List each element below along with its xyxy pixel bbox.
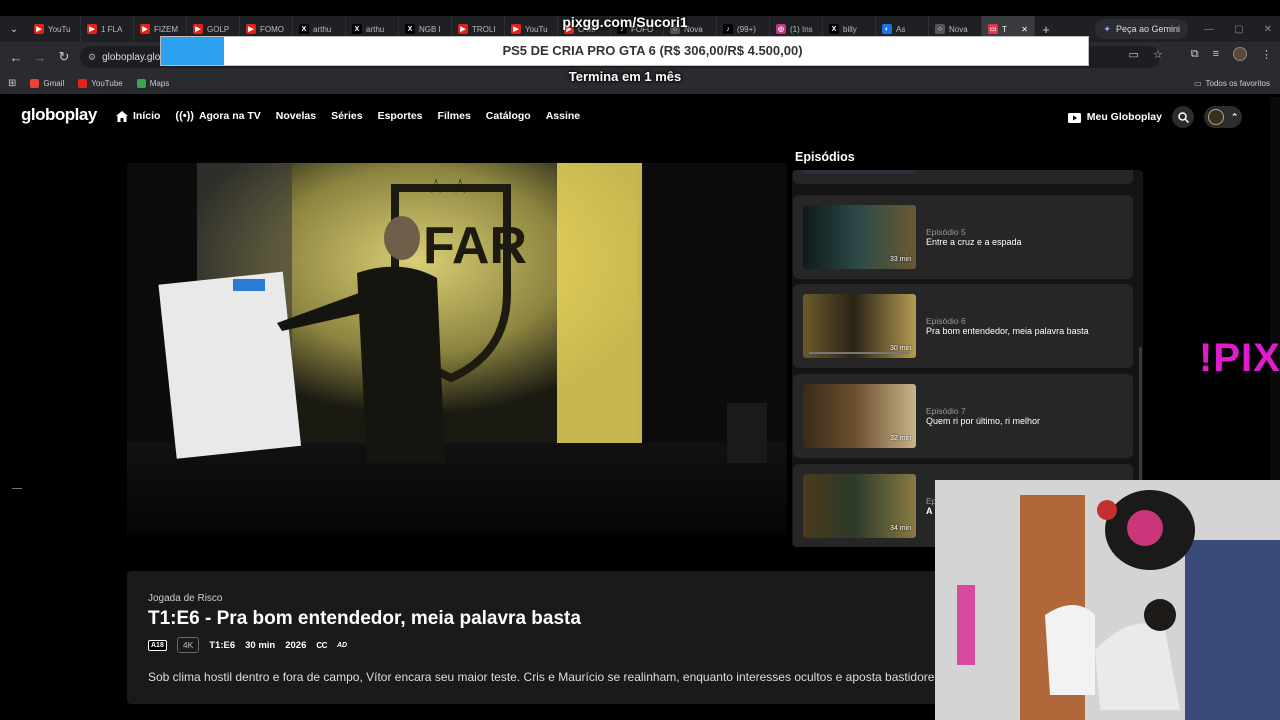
episode-synopsis: Sob clima hostil dentro e fora de campo,… [148, 670, 944, 684]
extensions-icon[interactable]: ⧉ [1191, 48, 1199, 61]
episode-thumbnail [803, 170, 916, 174]
episode-thumbnail: 33 min [803, 205, 916, 269]
nav-agora-na-tv[interactable]: ((•)) Agora na TV [175, 110, 260, 122]
episode-card-partial[interactable] [793, 170, 1133, 184]
episode-duration: 32 min [889, 435, 911, 442]
closed-captions-icon: CC [316, 640, 327, 650]
episode-number: Episódio 5 [926, 227, 966, 237]
svg-text:FAR: FAR [423, 217, 527, 275]
reload-icon[interactable]: ↻ [52, 49, 76, 65]
hero-scene: FAR ☆ ☆ [127, 163, 787, 535]
episode-code: T1:E6 [209, 639, 236, 651]
episodes-title: Episódios [795, 150, 855, 164]
episode-duration: 30 min [889, 345, 911, 352]
audio-description-icon: AD [336, 641, 348, 649]
release-year: 2026 [285, 639, 307, 651]
age-rating-badge: A18 [148, 639, 167, 651]
episode-card-5[interactable]: 33 min Episódio 5 Entre a cruz e a espad… [793, 195, 1133, 279]
site-info-icon[interactable]: ⚙ [88, 52, 96, 63]
watch-progress-bar [809, 352, 909, 354]
streamer-webcam [935, 480, 1280, 720]
header-actions: Meu Globoplay ⌃ [1067, 106, 1242, 128]
profile-avatar-icon [1207, 109, 1224, 125]
nav-novelas[interactable]: Novelas [276, 110, 316, 122]
donation-goal-progress [161, 37, 225, 65]
donation-goal-deadline: Termina em 1 mês [568, 69, 682, 84]
nav-assine[interactable]: Assine [546, 110, 580, 122]
episode-number: Episódio 7 [926, 406, 966, 416]
episode-name: Pra bom entendedor, meia palavra basta [926, 326, 1089, 336]
reading-list-icon[interactable]: ≡ [1213, 48, 1219, 60]
profile-avatar[interactable] [1233, 47, 1247, 61]
profile-menu[interactable]: ⌃ [1204, 106, 1242, 128]
webcam-feed [935, 480, 1280, 720]
episode-thumbnail: 32 min [803, 384, 916, 448]
forward-icon[interactable]: → [28, 50, 52, 65]
donation-goal-text: PS5 DE CRIA PRO GTA 6 (R$ 306,00/R$ 4.50… [502, 43, 803, 58]
episode-title: T1:E6 - Pra bom entendedor, meia palavra… [148, 608, 581, 629]
nav-esportes[interactable]: Esportes [378, 110, 423, 122]
hero-image[interactable]: FAR ☆ ☆ [127, 163, 787, 535]
nav-catalogo[interactable]: Catálogo [486, 110, 531, 122]
bookmark-star-icon[interactable]: ☆ [1153, 48, 1163, 61]
search-icon [1177, 111, 1189, 123]
search-button[interactable] [1172, 106, 1194, 128]
nav-agora-label: Agora na TV [198, 110, 261, 122]
nav-series[interactable]: Séries [331, 110, 363, 122]
toolbar-actions: ▭ ☆ ⧉ ≡ ⋮ [1128, 47, 1272, 61]
episode-thumbnail: 30 min [803, 294, 916, 358]
episode-card-7[interactable]: 32 min Episódio 7 Quem ri por último, ri… [793, 374, 1133, 458]
back-icon[interactable]: ← [4, 50, 28, 65]
episode-meta: A18 4K T1:E6 30 min 2026 CC AD [148, 637, 347, 653]
episode-name: Entre a cruz e a espada [926, 237, 1022, 247]
url-text[interactable]: globoplay.glo [102, 52, 160, 63]
divider [12, 488, 22, 489]
close-window-icon[interactable]: ✕ [1264, 24, 1272, 35]
main-nav: Início ((•)) Agora na TV Novelas Séries … [116, 110, 580, 122]
episode-details: Jogada de Risco T1:E6 - Pra bom entended… [127, 571, 957, 704]
donation-goal-banner: PS5 DE CRIA PRO GTA 6 (R$ 306,00/R$ 4.50… [160, 36, 1089, 66]
broadcast-icon: ((•)) [175, 110, 194, 122]
episode-duration: 30 min [245, 639, 276, 651]
nav-filmes[interactable]: Filmes [438, 110, 471, 122]
home-icon [116, 110, 128, 122]
episode-duration: 33 min [889, 256, 911, 263]
nav-inicio-label: Início [133, 110, 161, 122]
globoplay-header: globoplay Início ((•)) Agora na TV Novel… [0, 97, 1270, 137]
browser-menu-icon[interactable]: ⋮ [1261, 48, 1272, 61]
screen: ⌄ ▶ YouTu ▶ 1 FLA ▶ FIZEM ▶ GOLP ▶ FOMO Xarthu Xart… [0, 0, 1280, 720]
episode-name: A [926, 506, 933, 516]
svg-text:☆ ☆: ☆ ☆ [427, 174, 469, 198]
globoplay-logo[interactable]: globoplay [21, 105, 97, 125]
overlay-title: pixgg.com/Sucori1 [562, 14, 688, 30]
meu-globoplay-label: Meu Globoplay [1086, 111, 1162, 123]
show-name[interactable]: Jogada de Risco [148, 593, 223, 604]
meu-globoplay-link[interactable]: Meu Globoplay [1067, 111, 1162, 123]
episode-number: Episódio 6 [926, 316, 966, 326]
episode-card-6[interactable]: 30 min Episódio 6 Pra bom entendedor, me… [793, 284, 1133, 368]
episode-duration: 34 min [889, 525, 911, 532]
episode-thumbnail: 34 min [803, 474, 916, 538]
play-folder-icon [1067, 112, 1081, 123]
nav-inicio[interactable]: Início [116, 110, 160, 122]
chevron-up-icon: ⌃ [1230, 111, 1239, 122]
cast-icon[interactable]: ▭ [1128, 48, 1138, 61]
episode-name: Quem ri por último, ri melhor [926, 416, 1041, 426]
quality-badge: 4K [176, 637, 200, 653]
page-scrollbar-track[interactable] [1270, 97, 1280, 480]
pix-overlay: !PIX [1199, 336, 1280, 380]
